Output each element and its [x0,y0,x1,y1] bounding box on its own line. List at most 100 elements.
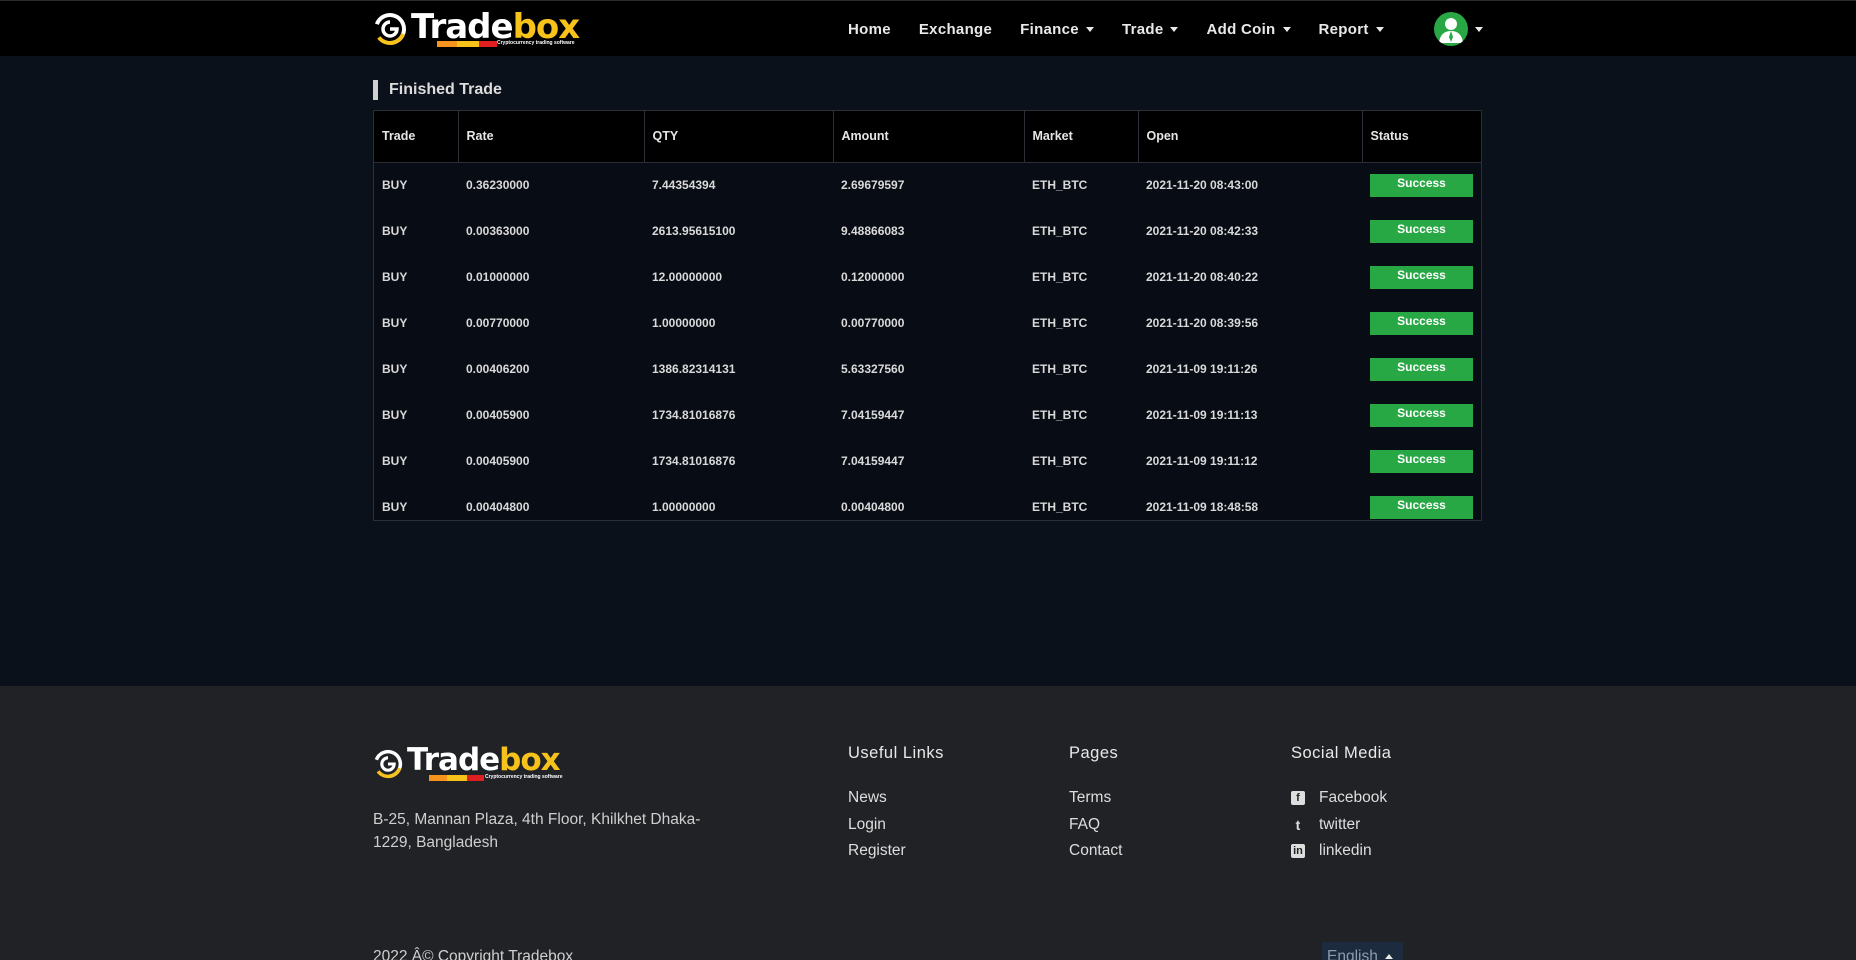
chevron-down-icon [1282,27,1291,32]
cell-trade: BUY [382,224,408,238]
cell-rate: 0.01000000 [466,270,530,284]
cell-rate: 0.36230000 [466,178,530,193]
cell-open: 2021-11-20 08:43:00 [1146,178,1259,193]
chevron-down-icon [1170,27,1179,32]
footer-link-register[interactable]: Register [848,838,944,865]
table-row: BUY 0.00404800 1.00000000 0.00404800 ETH_BTC… [374,484,1481,520]
cell-rate: 0.00405900 [466,454,530,468]
column-header-market: Market [1024,111,1139,163]
status-badge: Success [1370,357,1473,381]
cell-open: 2021-11-20 08:42:33 [1146,224,1259,238]
site-footer: Tradebox Cryptocurrency trading software… [0,686,1856,960]
cell-market: ETH_BTC [1032,316,1088,330]
table-row: BUY 0.00405900 1734.81016876 7.04159447 ETH_… [374,438,1481,484]
status-badge: Success [1370,265,1473,289]
brand-logo[interactable]: Tradebox Cryptocurrency trading software [373,10,580,47]
useful-links-title: Useful Links [848,744,944,762]
logo-word-box: box [499,742,560,778]
table-row: BUY 0.00405900 1734.81016876 7.04159447 ETH_… [374,392,1481,438]
cell-amount: 0.12000000 [841,270,905,284]
cell-status: Success [1362,254,1481,300]
cell-qty: 12.00000000 [652,270,723,284]
cell-qty: 1386.82314131 [652,362,736,376]
social-link-linkedin[interactable]: in linkedin [1291,838,1391,865]
social-label: Facebook [1319,789,1388,807]
nav-label: Exchange [918,20,993,38]
facebook-icon: f [1291,791,1305,806]
nav-label: Home [848,20,891,38]
twitter-icon: t [1295,816,1301,833]
social-link-twitter[interactable]: t twitter [1291,812,1391,839]
cell-qty: 2613.95615100 [652,224,736,238]
cell-trade: BUY [382,178,408,193]
cell-amount: 9.48866083 [841,224,905,238]
cell-status: Success [1362,162,1481,208]
logo-bars [429,775,484,781]
cell-amount: 2.69679597 [841,178,905,193]
logo-mark-icon [373,749,403,779]
cell-open: 2021-11-20 08:40:22 [1146,270,1259,284]
cell-market: ETH_BTC [1032,270,1088,284]
nav-report[interactable]: Report [1319,21,1384,38]
cell-amount: 7.04159447 [841,454,905,468]
user-avatar-icon [1434,12,1468,46]
footer-page-link-contact[interactable]: Contact [1069,838,1122,865]
nav-finance[interactable]: Finance [1020,21,1094,38]
cell-status: Success [1362,208,1481,254]
language-selector[interactable]: English [1322,942,1403,960]
cell-market: ETH_BTC [1032,362,1088,376]
pages-column: Pages Terms FAQ Contact [1069,744,1122,865]
cell-rate: 0.00363000 [466,224,530,238]
language-label: English [1327,948,1378,960]
chevron-down-icon [1475,27,1483,32]
nav-trade[interactable]: Trade [1122,21,1179,38]
status-badge: Success [1370,219,1473,243]
nav-home[interactable]: Home [848,21,891,38]
cell-rate: 0.00406200 [466,362,530,376]
pages-title: Pages [1069,744,1119,762]
footer-link-login[interactable]: Login [848,812,944,839]
nav-label: Trade [1121,20,1164,38]
social-media-title: Social Media [1291,744,1392,762]
top-navbar: Tradebox Cryptocurrency trading software… [0,0,1856,56]
table-row: BUY 0.01000000 12.00000000 0.12000000 ETH_BT… [374,254,1481,300]
cell-qty: 1734.81016876 [652,454,736,468]
nav-add-coin[interactable]: Add Coin [1206,20,1291,38]
status-badge: Success [1370,311,1473,335]
footer-brand-logo[interactable]: Tradebox Cryptocurrency trading software [373,742,563,781]
nav-label: Finance [1020,20,1079,38]
cell-open: 2021-11-09 19:11:13 [1146,408,1258,422]
user-menu-toggle[interactable] [1434,12,1483,46]
cell-open: 2021-11-09 19:11:12 [1146,454,1258,468]
cell-amount: 0.00770000 [841,316,905,330]
cell-trade: BUY [382,316,408,330]
logo-word-trade: Trade [407,742,500,778]
social-label: twitter [1319,815,1361,833]
footer-link-news[interactable]: News [848,785,944,812]
main-nav: Home Exchange Finance Trade Add Coin Report [848,1,1412,57]
nav-label: Report [1318,20,1369,38]
cell-open: 2021-11-09 19:11:26 [1146,362,1258,376]
cell-amount: 5.63327560 [841,362,905,376]
social-label: linkedin [1319,842,1372,860]
cell-amount: 7.04159447 [841,408,905,422]
cell-status: Success [1362,484,1481,520]
footer-page-link-terms[interactable]: Terms [1069,785,1122,812]
nav-exchange[interactable]: Exchange [919,21,992,38]
cell-status: Success [1362,346,1481,392]
cell-trade: BUY [382,362,408,376]
cell-trade: BUY [382,500,408,514]
footer-page-link-faq[interactable]: FAQ [1069,812,1122,839]
social-link-facebook[interactable]: f Facebook [1291,785,1391,812]
cell-market: ETH_BTC [1032,224,1088,238]
nav-label: Add Coin [1206,20,1276,38]
table-row: BUY 0.00363000 2613.95615100 9.48866083 ETH_… [374,208,1481,254]
cell-rate: 0.00405900 [466,408,530,422]
linkedin-icon: in [1291,844,1305,859]
column-header-amount: Amount [833,111,1025,163]
column-header-open: Open [1138,111,1363,163]
cell-qty: 1.00000000 [652,500,716,514]
cell-rate: 0.00770000 [466,316,530,330]
finished-trade-table: Trade Rate QTY Amount Market Open Status BUY 0.… [373,110,1482,521]
status-badge: Success [1370,403,1473,427]
